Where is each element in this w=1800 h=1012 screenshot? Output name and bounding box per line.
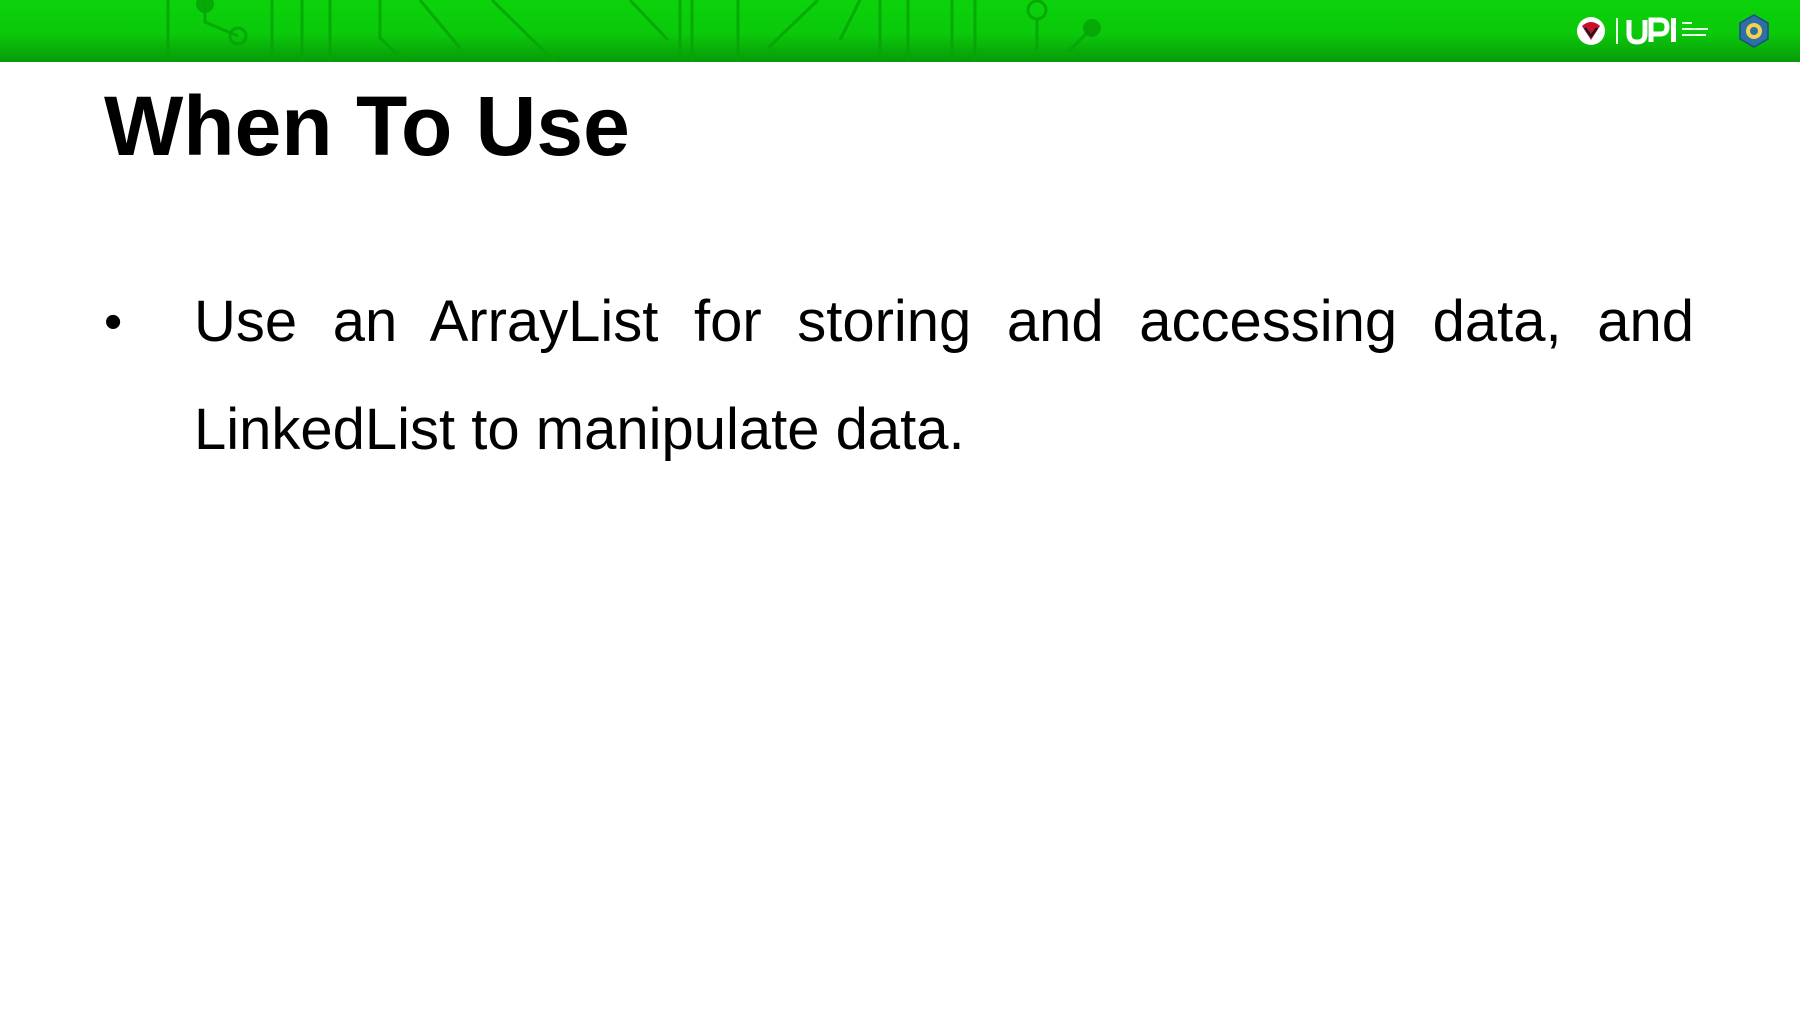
circuit-pattern-decoration (166, 0, 1101, 62)
upi-logo (1574, 14, 1716, 48)
bullet-list: • Use an ArrayList for storing and acces… (104, 268, 1698, 484)
upi-wordmark-logo (1626, 17, 1708, 45)
logo-divider (1616, 18, 1618, 44)
header-band (0, 0, 1800, 62)
presentation-slide: When To Use • Use an ArrayList for stori… (0, 0, 1800, 1012)
bullet-marker: • (104, 293, 123, 351)
bullet-text: Use an ArrayList for storing and accessi… (194, 289, 1694, 462)
upi-logo-mark (1577, 17, 1605, 45)
header-logos (1574, 10, 1772, 52)
slide-title: When To Use (104, 79, 630, 173)
list-item: • Use an ArrayList for storing and acces… (104, 268, 1698, 484)
university-seal-icon (1739, 14, 1769, 48)
